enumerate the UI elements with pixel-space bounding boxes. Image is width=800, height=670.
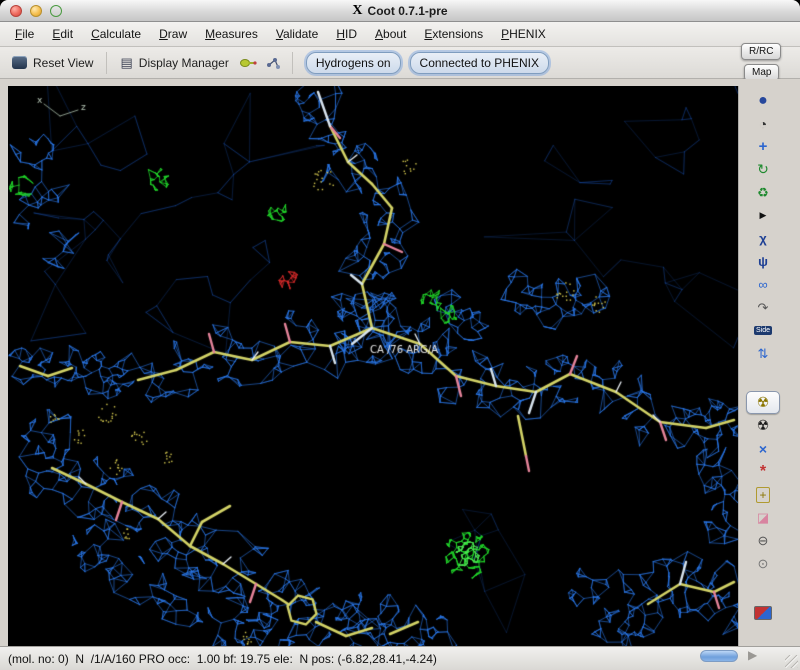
recycle-icon[interactable]: ♻ <box>746 181 780 204</box>
coot-window: X Coot 0.7.1-pre File Edit Calculate Draw Me… <box>0 0 800 670</box>
model-ball-icon[interactable]: ● <box>746 89 780 112</box>
display-manager-icon: ▤ <box>120 54 133 70</box>
side-chain-icon[interactable]: Side <box>746 319 780 342</box>
menu-draw[interactable]: Draw <box>150 24 196 44</box>
rrc-button[interactable]: R/RC <box>741 43 782 60</box>
go-to-atom-icon[interactable] <box>263 53 283 73</box>
phenix-status-button[interactable]: Connected to PHENIX <box>409 51 549 74</box>
menu-measures[interactable]: Measures <box>196 24 267 44</box>
gl-canvas[interactable] <box>8 86 738 646</box>
menu-calculate[interactable]: Calculate <box>82 24 150 44</box>
trash-icon[interactable]: ⊖ <box>746 529 780 552</box>
flip-peptide-icon[interactable]: ⇅ <box>746 342 780 365</box>
move-fragment-icon[interactable]: + <box>746 135 780 158</box>
resize-grip[interactable] <box>785 655 798 668</box>
statusbar: (mol. no: 0) N /1/A/160 PRO occ: 1.00 bf… <box>0 646 800 670</box>
main-toolbar: Reset View ▤ Display Manager Hydrogens o… <box>0 47 800 79</box>
menu-file[interactable]: File <box>6 24 43 44</box>
eraser-icon[interactable]: ◪ <box>746 506 780 529</box>
menu-extensions[interactable]: Extensions <box>415 24 492 44</box>
titlebar: X Coot 0.7.1-pre <box>0 0 800 22</box>
x11-icon: X <box>352 3 363 18</box>
menu-edit[interactable]: Edit <box>43 24 82 44</box>
reset-view-icon <box>12 56 27 69</box>
menu-about[interactable]: About <box>366 24 415 44</box>
go-to-atom-icon-art <box>266 57 280 69</box>
menu-phenix[interactable]: PHENIX <box>492 24 555 44</box>
corner-play-icon[interactable]: ▶ <box>748 648 757 662</box>
toolbar-separator <box>291 51 293 74</box>
window-title: X Coot 0.7.1-pre <box>0 0 800 22</box>
torsion-icon[interactable]: ∞ <box>746 273 780 296</box>
spheres-icon[interactable]: ⊙ <box>746 552 780 575</box>
window-title-text: Coot 0.7.1-pre <box>367 4 448 18</box>
rotamer-icon[interactable]: χ <box>746 227 780 250</box>
display-swatch-icon[interactable] <box>746 601 780 624</box>
ligand-icon-art <box>239 58 257 67</box>
menu-validate[interactable]: Validate <box>267 24 328 44</box>
rotate-translate-icon[interactable]: ↻ <box>746 158 780 181</box>
rotate-bond-icon[interactable]: ↷ <box>746 296 780 319</box>
distance-icon[interactable]: * <box>746 460 780 483</box>
menu-hid[interactable]: HID <box>327 24 366 44</box>
reset-view-label: Reset View <box>33 55 94 70</box>
menubar: File Edit Calculate Draw Measures Validate HID… <box>0 22 800 47</box>
toolbar-separator <box>106 51 108 74</box>
regularize-icon[interactable]: ☢ <box>746 414 780 437</box>
pointer-atom-icon[interactable]: × <box>746 437 780 460</box>
display-manager-label: Display Manager <box>138 55 229 70</box>
hydrogens-toggle-button[interactable]: Hydrogens on <box>305 51 401 74</box>
ligand-icon[interactable] <box>238 53 258 73</box>
display-manager-button[interactable]: ▤ Display Manager <box>116 52 232 74</box>
mutate-icon[interactable]: ψ <box>746 250 780 273</box>
reset-view-button[interactable]: Reset View <box>8 53 97 73</box>
clock-icon[interactable]: ◔ <box>746 112 780 135</box>
refine-active-icon[interactable]: ☢ <box>746 391 780 414</box>
add-atom-icon[interactable]: + <box>746 483 780 506</box>
play-icon[interactable]: ▶ <box>746 204 780 227</box>
horizontal-scrollbar-thumb[interactable] <box>700 650 738 662</box>
right-toolbar: ● ◔ + ↻ ♻ ▶ χ ψ ∞ ↷ Side ⇅ ☢ ☢ × * + ◪ ⊖ ⊙ <box>738 86 800 646</box>
status-text: (mol. no: 0) N /1/A/160 PRO occ: 1.00 bf… <box>8 651 437 666</box>
